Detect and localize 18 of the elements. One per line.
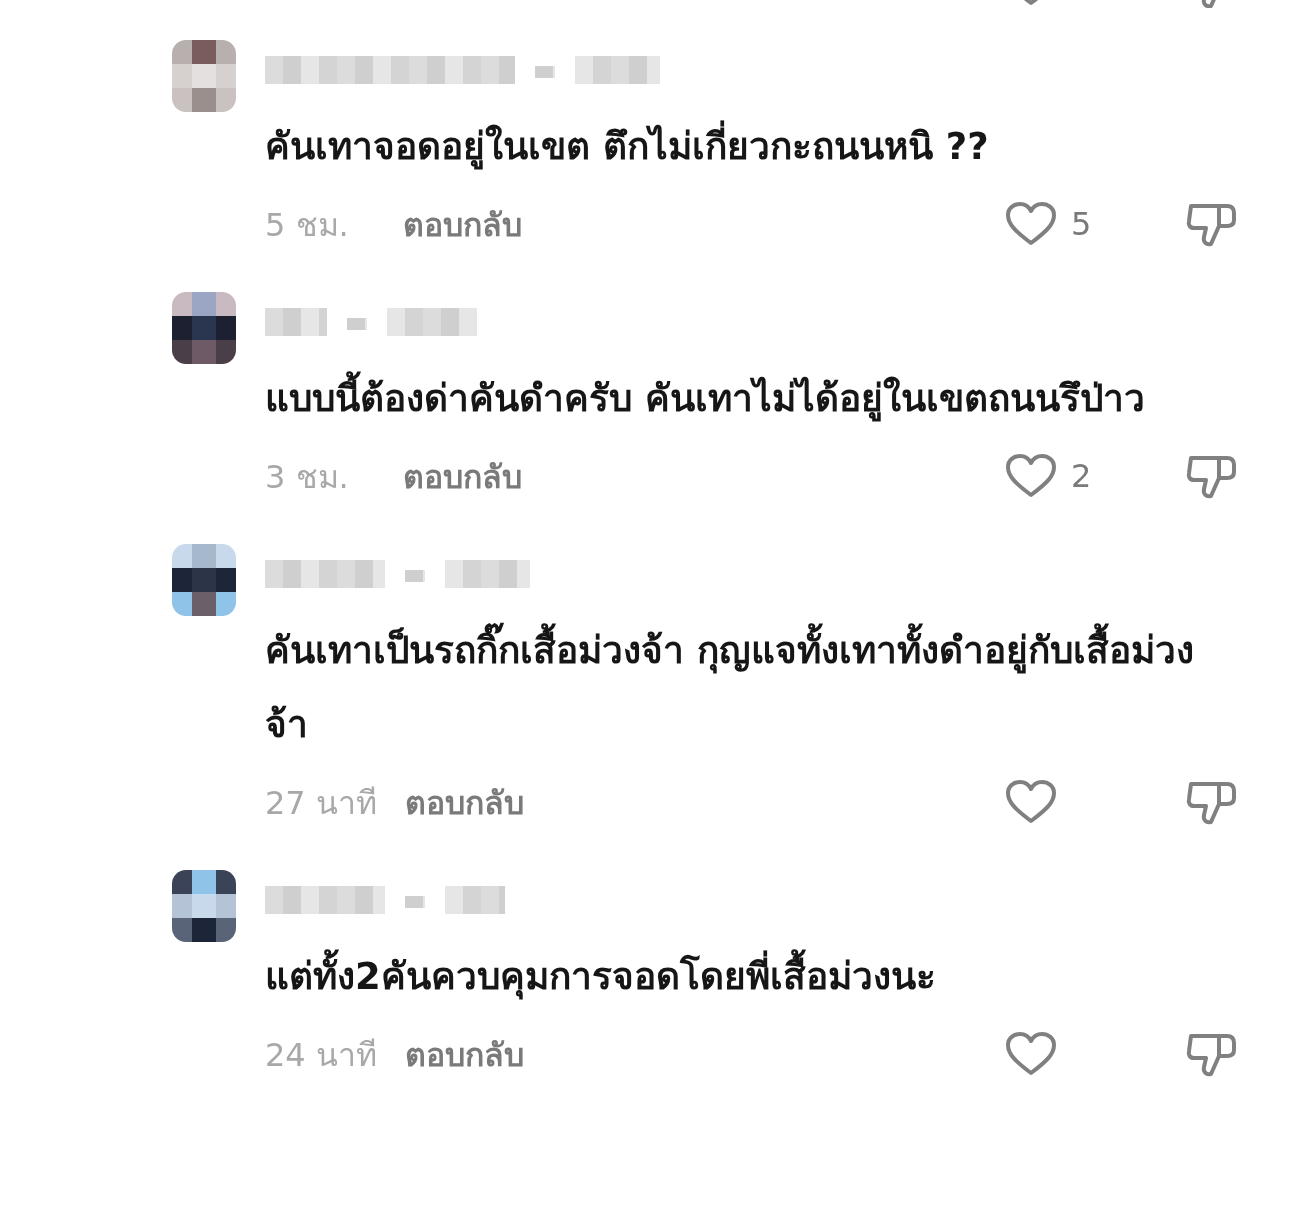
comment-time: 27 นาที — [265, 782, 377, 824]
comment-text: แบบนี้ต้องด่าคันดำครับ คันเทาไม่ได้อยู่ในเขตถนนรึป่าว — [265, 362, 1225, 436]
heart-icon[interactable] — [1005, 454, 1057, 498]
heart-icon[interactable] — [1005, 202, 1057, 246]
comment-text: คันเทาจอดอยู่ในเขต ตึกไม่เกี่ยวกะถนนหนิ ?? — [265, 110, 1225, 184]
reply-button[interactable]: ตอบกลับ — [403, 198, 522, 250]
reply-button[interactable]: ตอบกลับ — [403, 450, 522, 502]
heart-icon[interactable] — [1005, 780, 1057, 824]
comment-text: แต่ทั้ง2คันควบคุมการจอดโดยพี่เสื้อม่วงนะ — [265, 940, 1225, 1014]
reply-button[interactable]: ตอบกลับ — [404, 776, 524, 828]
heart-icon[interactable] — [1005, 1032, 1057, 1076]
like-count: 5 — [1071, 205, 1092, 243]
comment-time: 5 ชม. — [265, 204, 350, 246]
like-count: 2 — [1071, 457, 1092, 495]
comment-time: 3 ชม. — [265, 456, 350, 498]
comment-time: 24 นาที — [265, 1034, 377, 1076]
reply-button[interactable]: ตอบกลับ — [404, 1028, 524, 1080]
comment-text: คันเทาเป็นรถกิ๊กเสื้อม่วงจ้า กุญแจทั้งเทาทั้งดำอยู่กับเสื้อม่วงจ้า — [265, 614, 1225, 762]
